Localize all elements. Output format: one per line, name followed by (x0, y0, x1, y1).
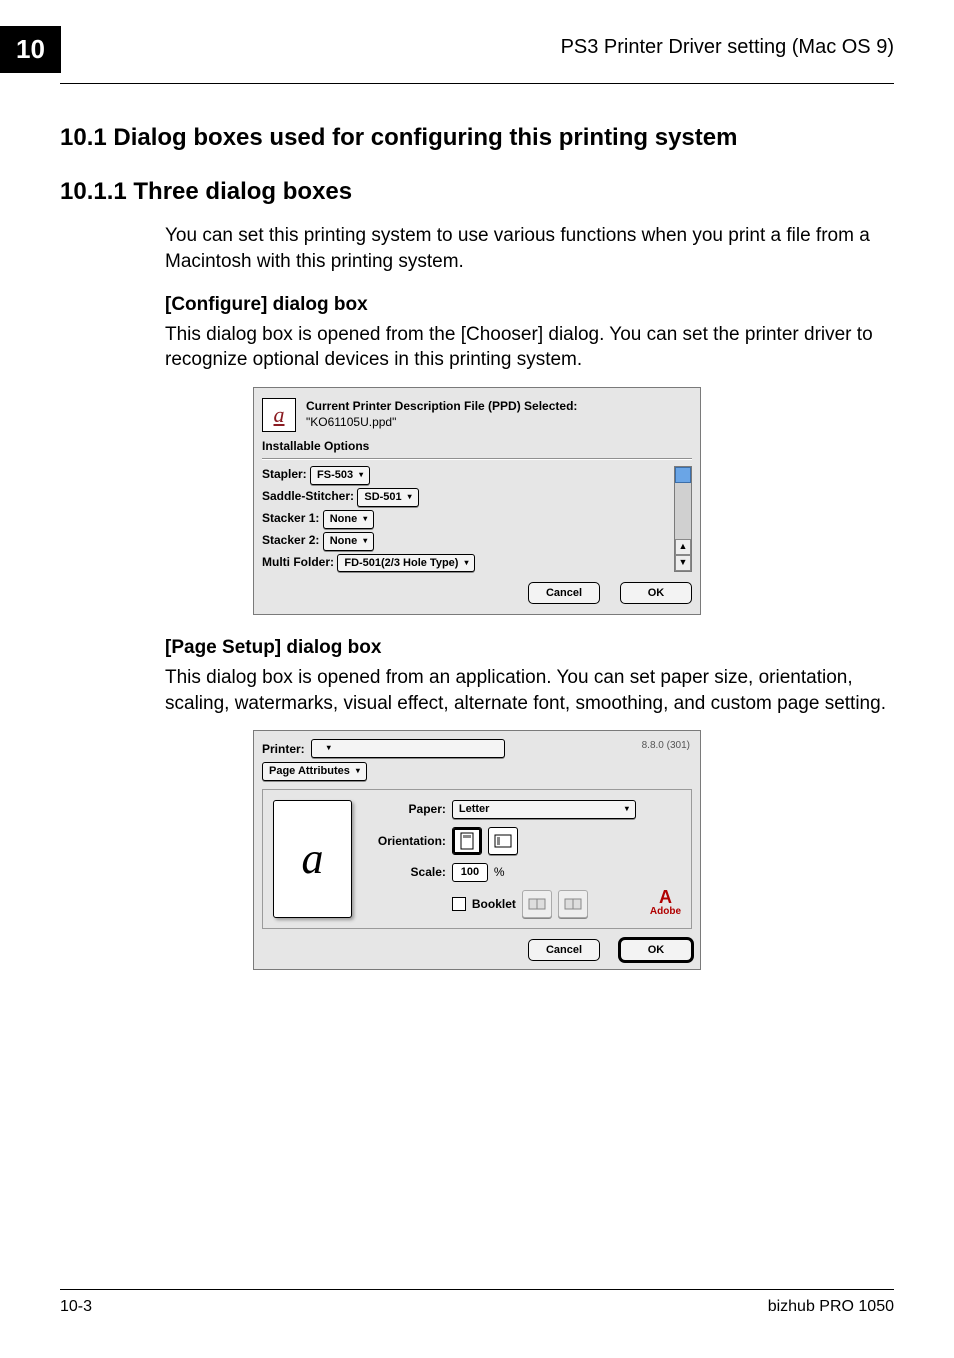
stapler-select[interactable]: FS-503 ▾ (310, 466, 370, 485)
scroll-down-arrow-icon[interactable]: ▼ (675, 555, 691, 571)
portrait-icon (460, 832, 474, 850)
multifolder-value: FD-501(2/3 Hole Type) (344, 556, 458, 571)
paper-value: Letter (459, 802, 490, 817)
chapter-badge: 10 (0, 26, 61, 73)
printer-label: Printer: (262, 741, 305, 757)
paper-label: Paper: (366, 801, 446, 817)
stacker1-value: None (330, 512, 358, 527)
multifolder-label: Multi Folder: (262, 555, 334, 569)
booklet-checkbox[interactable] (452, 897, 466, 911)
saddle-value: SD-501 (364, 490, 401, 505)
divider (262, 458, 692, 460)
chevron-updown-icon: ▾ (359, 470, 363, 481)
section-10-1-heading: 10.1 Dialog boxes used for configuring t… (60, 122, 894, 154)
header-right: PS3 Printer Driver setting (Mac OS 9) (561, 34, 894, 61)
ppd-selected-label: Current Printer Description File (PPD) S… (306, 398, 577, 414)
scroll-up-arrow-icon[interactable]: ▲ (675, 539, 691, 555)
ppd-icon-glyph: a (274, 400, 285, 430)
paper-select[interactable]: Letter ▾ (452, 800, 636, 819)
configure-dialog: a Current Printer Description File (PPD)… (253, 387, 701, 615)
section-select[interactable]: Page Attributes ▾ (262, 762, 367, 781)
booklet-label: Booklet (472, 896, 516, 912)
scale-label: Scale: (366, 864, 446, 880)
stapler-value: FS-503 (317, 468, 353, 483)
intro-paragraph: You can set this printing system to use … (165, 223, 894, 274)
section-10-1-1-heading: 10.1.1 Three dialog boxes (60, 176, 894, 208)
page-preview: a (273, 800, 352, 918)
ok-button[interactable]: OK (620, 939, 692, 961)
orientation-landscape-button[interactable] (488, 827, 518, 855)
booklet-layout1-button[interactable] (522, 890, 552, 918)
page-number: 10-3 (60, 1296, 92, 1318)
booklet-icon (528, 897, 546, 911)
section-value: Page Attributes (269, 764, 350, 779)
saddle-label: Saddle-Stitcher: (262, 489, 354, 503)
adobe-text: Adobe (650, 905, 681, 919)
booklet-layout2-button[interactable] (558, 890, 588, 918)
stapler-label: Stapler: (262, 467, 307, 481)
pagesetup-subhead: [Page Setup] dialog box (165, 635, 894, 661)
stacker2-label: Stacker 2: (262, 533, 319, 547)
ppd-filename: "KO61105U.ppd" (306, 414, 577, 430)
multifolder-select[interactable]: FD-501(2/3 Hole Type) ▾ (337, 554, 475, 573)
installable-options-label: Installable Options (262, 438, 692, 454)
chevron-updown-icon: ▾ (356, 766, 360, 777)
product-name: bizhub PRO 1050 (768, 1296, 894, 1318)
stacker2-select[interactable]: None ▾ (323, 532, 375, 551)
printer-select[interactable]: ▾ (311, 739, 505, 758)
ppd-icon: a (262, 398, 296, 432)
configure-paragraph: This dialog box is opened from the [Choo… (165, 322, 894, 373)
scale-input[interactable]: 100 (452, 863, 488, 882)
chevron-updown-icon: ▾ (363, 514, 367, 525)
chevron-updown-icon: ▾ (464, 558, 468, 569)
scroll-thumb[interactable] (675, 467, 691, 483)
stacker2-value: None (330, 534, 358, 549)
chevron-updown-icon: ▾ (363, 536, 367, 547)
cancel-button[interactable]: Cancel (528, 582, 600, 604)
cancel-button[interactable]: Cancel (528, 939, 600, 961)
printer-value (318, 741, 321, 756)
stacker1-label: Stacker 1: (262, 511, 319, 525)
chevron-updown-icon: ▾ (625, 804, 629, 815)
pagesetup-paragraph: This dialog box is opened from an applic… (165, 665, 894, 716)
orientation-portrait-button[interactable] (452, 827, 482, 855)
page-setup-dialog: 8.8.0 (301) Printer: ▾ Page Attributes ▾… (253, 730, 701, 970)
stacker1-select[interactable]: None ▾ (323, 510, 375, 529)
configure-subhead: [Configure] dialog box (165, 292, 894, 318)
orientation-label: Orientation: (366, 833, 446, 849)
adobe-logo: A Adobe (650, 890, 681, 918)
scale-unit: % (494, 864, 505, 880)
adobe-logo-icon: A (650, 890, 681, 904)
chevron-updown-icon: ▾ (327, 743, 331, 754)
chevron-updown-icon: ▾ (408, 492, 412, 503)
landscape-icon (494, 834, 512, 848)
booklet-icon (564, 897, 582, 911)
scrollbar[interactable]: ▲ ▼ (674, 466, 692, 572)
ok-button[interactable]: OK (620, 582, 692, 604)
saddle-select[interactable]: SD-501 ▾ (357, 488, 418, 507)
driver-version: 8.8.0 (301) (642, 739, 690, 753)
preview-glyph: a (301, 829, 323, 888)
